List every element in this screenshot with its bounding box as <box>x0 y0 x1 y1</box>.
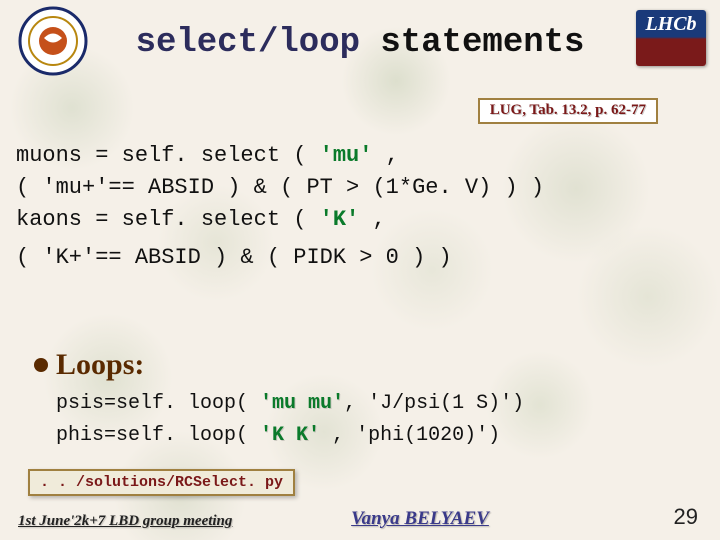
lhcb-logo <box>636 10 706 66</box>
title-rest: statements <box>360 24 584 62</box>
code-line: kaons = self. select ( 'K' , <box>16 204 544 236</box>
slide: select/loop statements LUG, Tab. 13.2, p… <box>0 0 720 540</box>
reference-badge: LUG, Tab. 13.2, p. 62-77 <box>478 98 658 124</box>
literal-k: 'K' <box>320 207 360 232</box>
page-number: 29 <box>674 504 698 530</box>
code-block-select: muons = self. select ( 'mu' , ( 'mu+'== … <box>16 140 544 274</box>
bullet-icon <box>34 358 48 372</box>
literal-kk: 'K K' <box>260 424 320 447</box>
university-seal-logo <box>18 6 88 76</box>
code-line: muons = self. select ( 'mu' , <box>16 140 544 172</box>
file-path-box: . . /solutions/RCSelect. py <box>28 469 295 496</box>
loops-heading: Loops: <box>56 348 144 381</box>
code-line: ( 'K+'== ABSID ) & ( PIDK > 0 ) ) <box>16 242 544 274</box>
code-line: phis=self. loop( 'K K' , 'phi(1020)') <box>56 420 524 452</box>
footer-center: Vanya BELYAEV <box>0 508 720 530</box>
literal-mumu: 'mu mu' <box>260 392 344 415</box>
literal-mu: 'mu' <box>320 143 373 168</box>
code-line: psis=self. loop( 'mu mu', 'J/psi(1 S)') <box>56 388 524 420</box>
code-line: ( 'mu+'== ABSID ) & ( PT > (1*Ge. V) ) ) <box>16 172 544 204</box>
slide-title: select/loop statements <box>0 0 720 62</box>
title-mono: select/loop <box>136 24 360 62</box>
footer-author: Vanya BELYAEV <box>231 508 489 529</box>
loops-section: Loops: psis=self. loop( 'mu mu', 'J/psi(… <box>34 348 524 452</box>
code-block-loops: psis=self. loop( 'mu mu', 'J/psi(1 S)') … <box>56 388 524 452</box>
